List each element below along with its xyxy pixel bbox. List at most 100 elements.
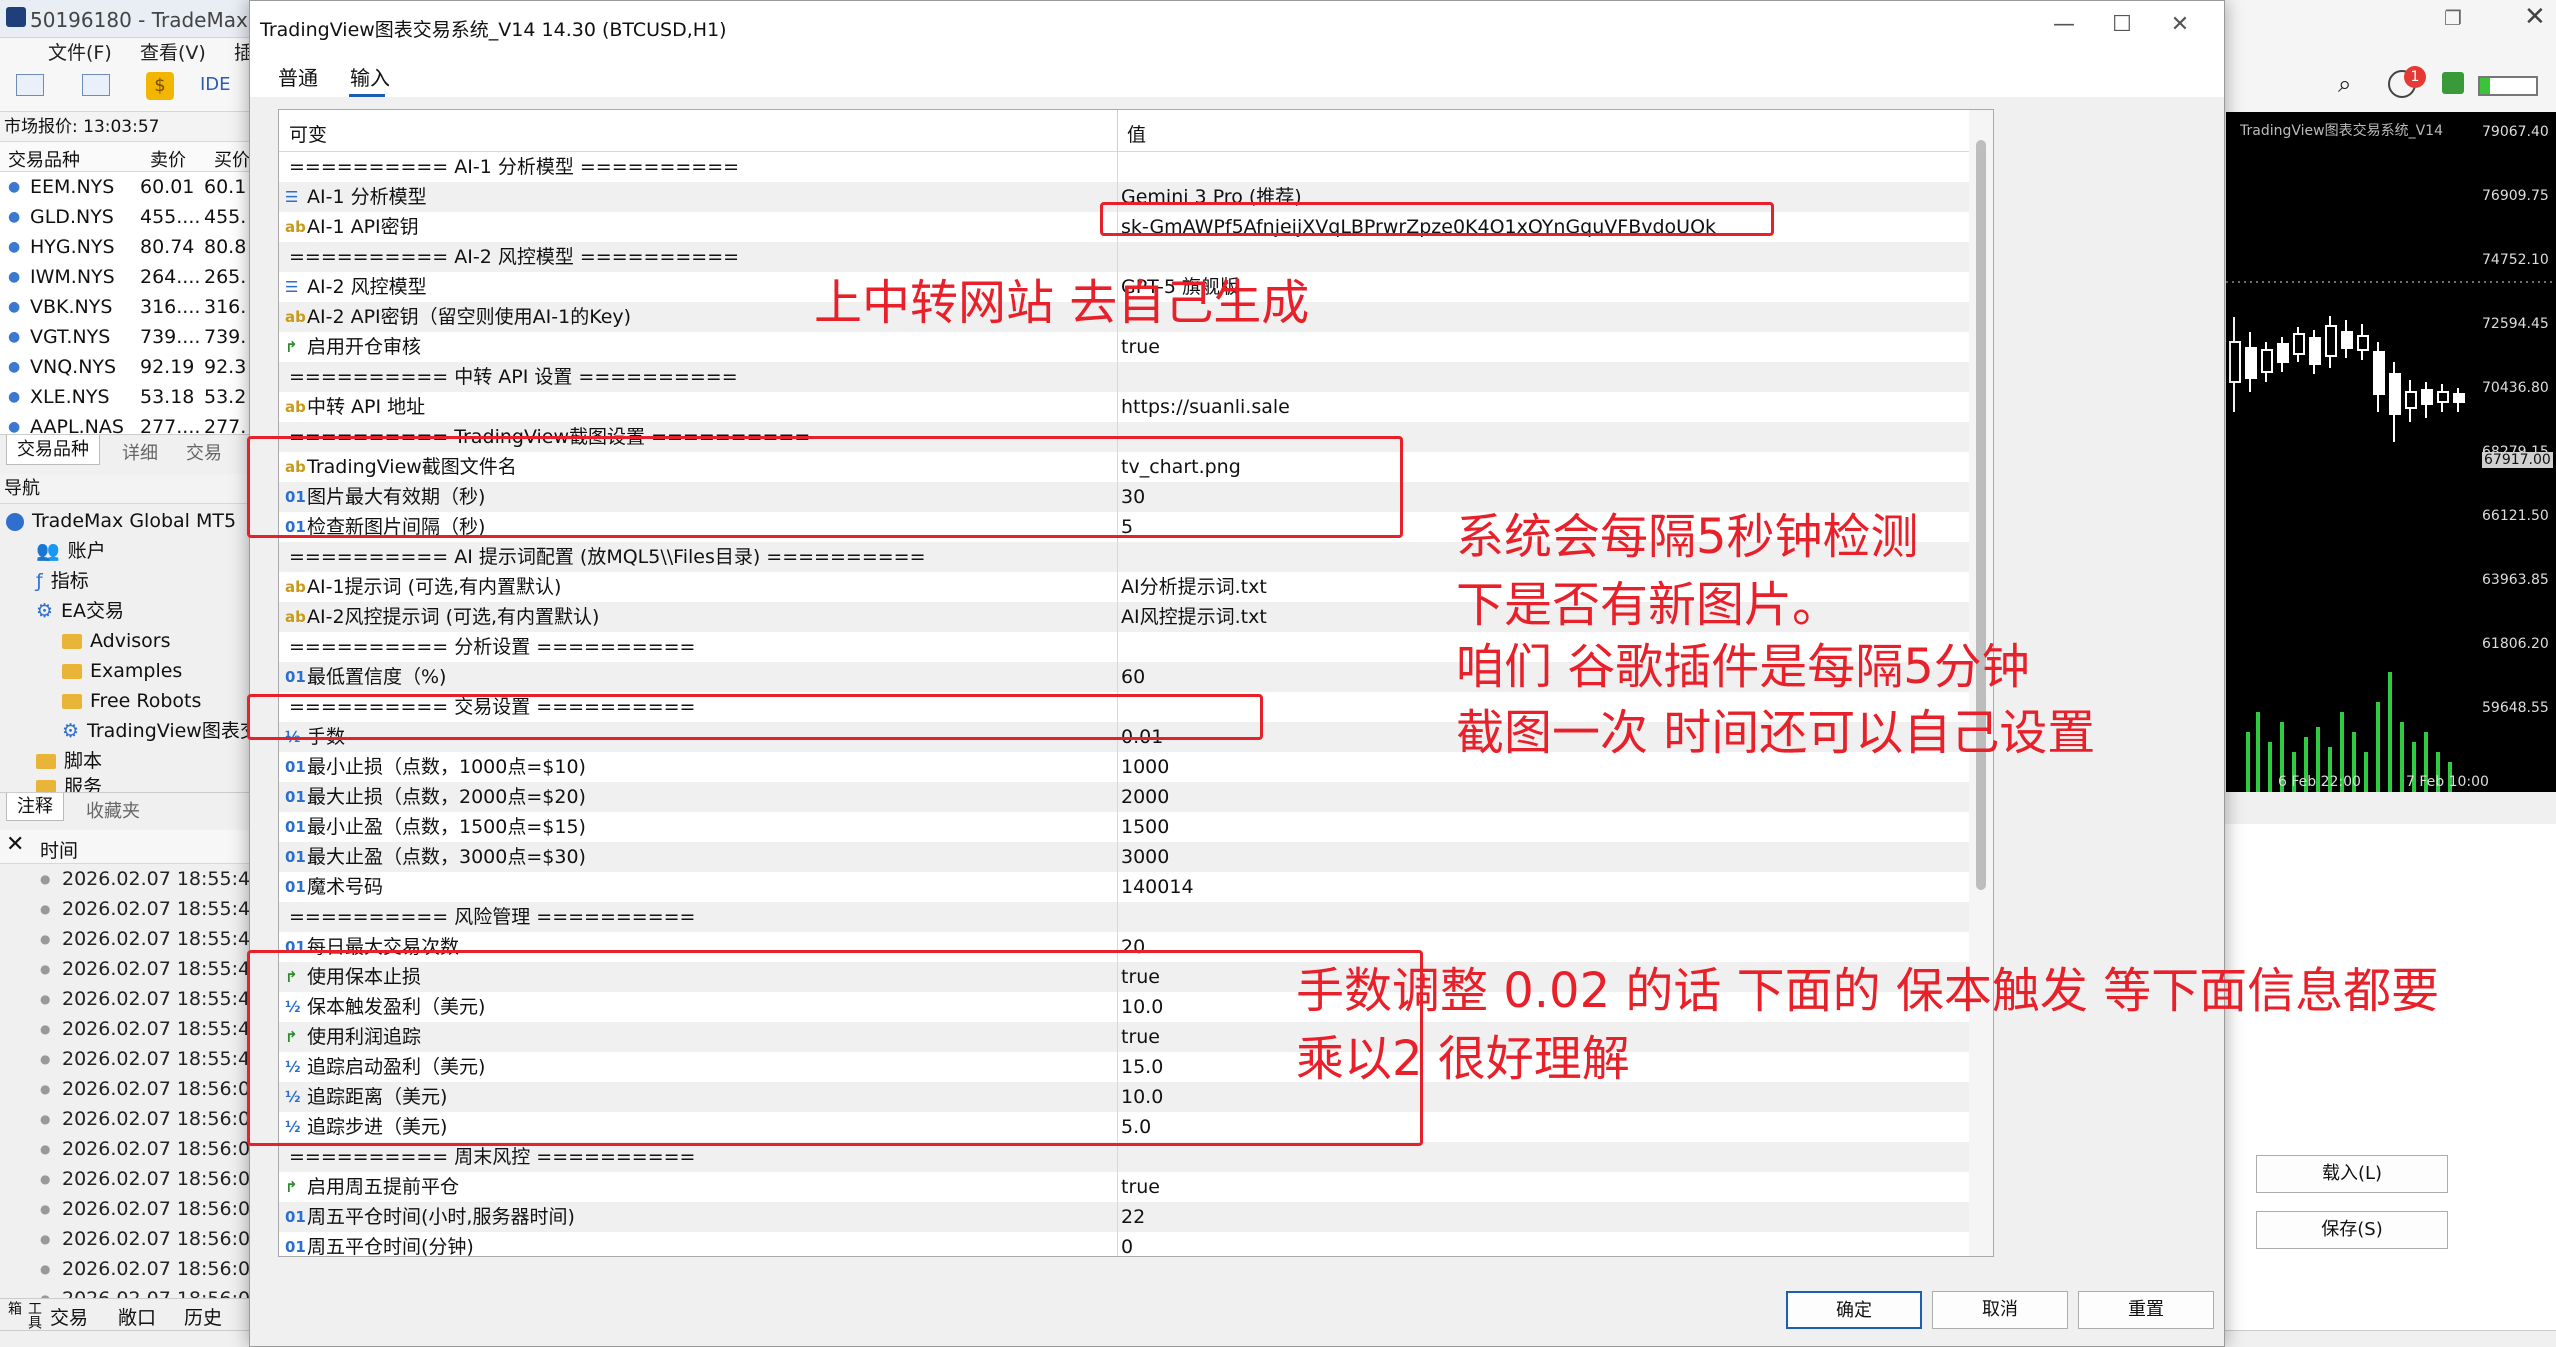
col-ask[interactable]: 买价 (214, 146, 250, 172)
input-value[interactable]: https://suanli.sale (1121, 392, 1290, 422)
scrollbar-thumb[interactable] (1976, 140, 1986, 890)
section-header-row[interactable]: ========== 周末风控 ========== (279, 1142, 1969, 1172)
maximize-icon[interactable]: ☐ (2102, 9, 2142, 41)
time-tick: 7 Feb 10:00 (2406, 774, 2489, 790)
market-watch-row[interactable]: ● VNQ.NYS 92.19 92.3 (0, 352, 250, 382)
log-row[interactable]: ● 2026.02.07 18:55:40.7 (0, 1014, 250, 1044)
input-row[interactable]: 01 最大止盈（点数，3000点=$30) 3000 (279, 842, 1969, 872)
input-row[interactable]: ↱ 启用周五提前平仓 true (279, 1172, 1969, 1202)
menu-file[interactable]: 文件(F) (48, 38, 112, 65)
tab-inputs[interactable]: 输入 (350, 62, 390, 91)
col-variable[interactable]: 可变 (289, 120, 327, 147)
log-row[interactable]: ● 2026.02.07 18:56:06.8 (0, 1074, 250, 1104)
log-row[interactable]: ● 2026.02.07 18:55:40.7 (0, 894, 250, 924)
ok-button[interactable]: 确定 (1786, 1291, 1922, 1329)
market-watch-row[interactable]: ● AAPL.NAS 277.... 277. (0, 412, 250, 434)
cancel-button[interactable]: 取消 (1932, 1291, 2068, 1329)
tab-favorites[interactable]: 收藏夹 (86, 797, 140, 823)
section-header-row[interactable]: ========== AI-1 分析模型 ========== (279, 152, 1969, 182)
input-row[interactable]: 01 最大止损（点数，2000点=$20) 2000 (279, 782, 1969, 812)
menu-insert[interactable]: 插 (234, 38, 250, 65)
input-value[interactable]: 1500 (1121, 812, 1169, 842)
restore-icon[interactable]: ❐ (2444, 6, 2462, 30)
tab-details[interactable]: 详细 (122, 439, 158, 465)
nav-folder-advisors[interactable]: Advisors (62, 626, 170, 656)
market-watch-row[interactable]: ● EEM.NYS 60.01 60.1 (0, 172, 250, 202)
section-header-row[interactable]: ========== AI-2 风控模型 ========== (279, 242, 1969, 272)
minimize-icon[interactable]: — (2044, 9, 2084, 41)
indicators-icon[interactable] (82, 74, 110, 96)
input-value[interactable]: 3000 (1121, 842, 1169, 872)
log-row[interactable]: ● 2026.02.07 18:56:06.8 (0, 1194, 250, 1224)
log-row[interactable]: ● 2026.02.07 18:56:06.8 (0, 1134, 250, 1164)
nav-expert-advisors[interactable]: ⚙ EA交易 (36, 596, 124, 626)
section-header-row[interactable]: ========== 风险管理 ========== (279, 902, 1969, 932)
log-row[interactable]: ● 2026.02.07 18:56:06.8 (0, 1104, 250, 1134)
nav-accounts[interactable]: 👥 账户 (36, 536, 106, 566)
col-time[interactable]: 时间 (40, 836, 78, 863)
input-row[interactable]: 01 周五平仓时间(小时,服务器时间) 22 (279, 1202, 1969, 1232)
input-row[interactable]: 01 魔术号码 140014 (279, 872, 1969, 902)
input-row[interactable]: ↱ 启用开仓审核 true (279, 332, 1969, 362)
nav-folder-free-robots[interactable]: Free Robots (62, 686, 201, 716)
col-value[interactable]: 值 (1127, 120, 1146, 147)
tab-common[interactable]: 注释 (6, 793, 64, 821)
chart-type-icon[interactable] (16, 74, 44, 96)
market-watch-row[interactable]: ● VBK.NYS 316.... 316. (0, 292, 250, 322)
close-icon[interactable]: ✕ (2524, 2, 2546, 32)
input-row[interactable]: 01 最小止盈（点数，1500点=$15) 1500 (279, 812, 1969, 842)
log-row[interactable]: ● 2026.02.07 18:56:06.8 (0, 1164, 250, 1194)
input-value[interactable]: 0 (1121, 1232, 1133, 1256)
section-header-row[interactable]: ========== 中转 API 设置 ========== (279, 362, 1969, 392)
nav-services[interactable]: 服务 (36, 772, 102, 792)
market-watch-row[interactable]: ● HYG.NYS 80.74 80.8 (0, 232, 250, 262)
tab-trading[interactable]: 交易 (186, 439, 222, 465)
input-value[interactable]: AI分析提示词.txt (1121, 572, 1267, 602)
market-watch-row[interactable]: ● IWM.NYS 264.... 265. (0, 262, 250, 292)
input-value[interactable]: true (1121, 1172, 1160, 1202)
col-bid[interactable]: 卖价 (150, 146, 186, 172)
tab-symbols[interactable]: 交易品种 (6, 435, 100, 465)
input-value[interactable]: true (1121, 332, 1160, 362)
search-icon[interactable]: ⌕ (2338, 70, 2351, 98)
column-separator[interactable] (1117, 110, 1118, 152)
log-time: 2026.02.07 18:55:40.7 (62, 928, 250, 950)
close-icon[interactable]: ✕ (2160, 9, 2200, 41)
log-row[interactable]: ● 2026.02.07 18:55:40.7 (0, 954, 250, 984)
input-row[interactable]: 01 周五平仓时间(分钟) 0 (279, 1232, 1969, 1256)
menu-view[interactable]: 查看(V) (140, 38, 206, 65)
nav-indicators[interactable]: ƒ 指标 (36, 566, 89, 596)
log-row[interactable]: ● 2026.02.07 18:56:06.8 (0, 1254, 250, 1284)
log-row[interactable]: ● 2026.02.07 18:55:40.7 (0, 924, 250, 954)
tab-common[interactable]: 普通 (278, 62, 318, 91)
input-value[interactable]: 1000 (1121, 752, 1169, 782)
close-icon[interactable]: ✕ (6, 832, 24, 857)
log-row[interactable]: ● 2026.02.07 18:55:40.7 (0, 984, 250, 1014)
tab-history[interactable]: 历史 (184, 1303, 222, 1330)
nav-root[interactable]: TradeMax Global MT5 (6, 506, 236, 536)
load-button[interactable]: 载入(L) (2256, 1155, 2448, 1193)
tab-trade[interactable]: 交易 (50, 1303, 88, 1330)
nav-folder-examples[interactable]: Examples (62, 656, 182, 686)
ab-type-icon: ab (285, 218, 306, 236)
input-value[interactable]: 140014 (1121, 872, 1194, 902)
input-value[interactable]: 2000 (1121, 782, 1169, 812)
tab-exposure[interactable]: 敞口 (118, 1303, 156, 1330)
log-row[interactable]: ● 2026.02.07 18:55:40.7 (0, 864, 250, 894)
input-value[interactable]: 22 (1121, 1202, 1145, 1232)
save-button[interactable]: 保存(S) (2256, 1211, 2448, 1249)
market-watch-row[interactable]: ● GLD.NYS 455.... 455. (0, 202, 250, 232)
coin-icon[interactable]: $ (146, 72, 174, 100)
nav-ea-tradingview[interactable]: ⚙ TradingView图表交 (62, 716, 250, 746)
market-watch-row[interactable]: ● XLE.NYS 53.18 53.2 (0, 382, 250, 412)
input-value[interactable]: AI风控提示词.txt (1121, 602, 1267, 632)
chart-scrollbar[interactable] (2226, 800, 2556, 824)
input-row[interactable]: ab 中转 API 地址 https://suanli.sale (279, 392, 1969, 422)
input-value[interactable]: 60 (1121, 662, 1145, 692)
log-row[interactable]: ● 2026.02.07 18:56:06.8 (0, 1224, 250, 1254)
col-symbol[interactable]: 交易品种 (8, 146, 80, 172)
log-row[interactable]: ● 2026.02.07 18:55:40.7 (0, 1044, 250, 1074)
market-watch-row[interactable]: ● VGT.NYS 739.... 739. (0, 322, 250, 352)
reset-button[interactable]: 重置 (2078, 1291, 2214, 1329)
ide-button[interactable]: IDE (200, 74, 231, 95)
